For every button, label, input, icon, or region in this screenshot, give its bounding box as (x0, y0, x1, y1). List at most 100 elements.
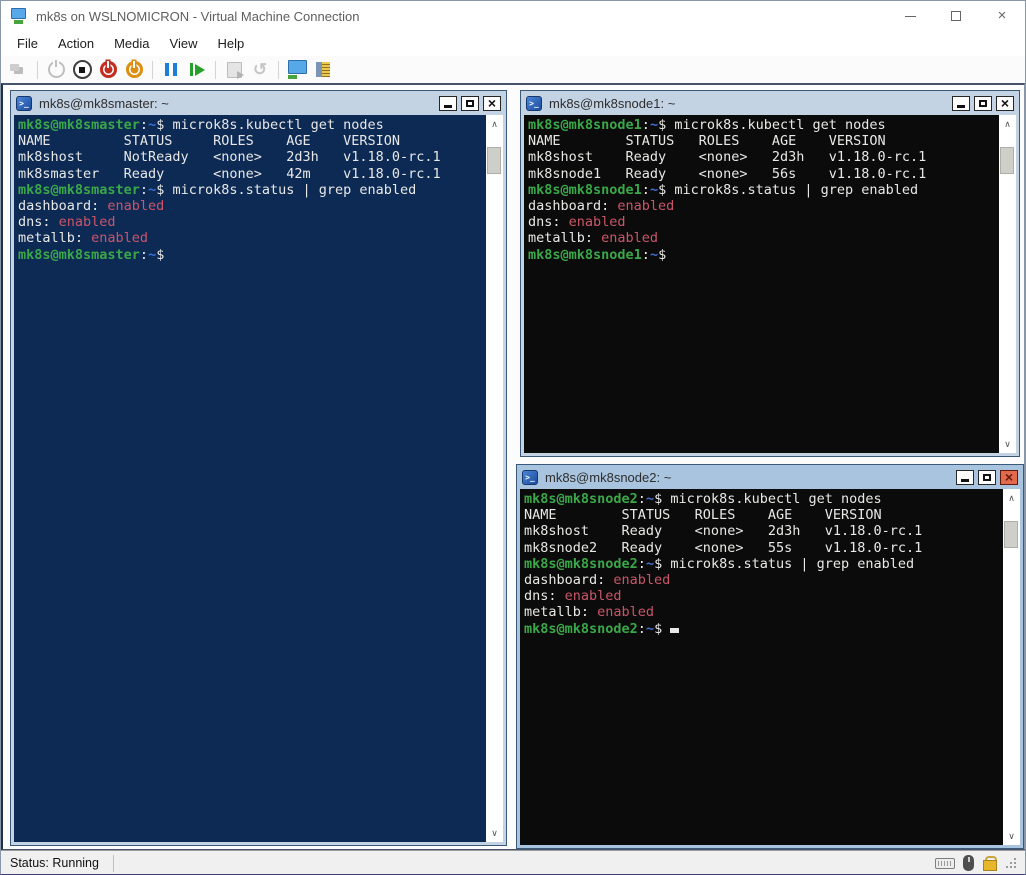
scrollbar-thumb[interactable] (1000, 147, 1014, 174)
terminal-cursor (670, 628, 679, 633)
terminal-minimize-button[interactable] (952, 96, 970, 111)
terminal-line: mk8shost Ready <none> 2d3h v1.18.0-rc.1 (528, 149, 999, 165)
app-titlebar: mk8s on WSLNOMICRON - Virtual Machine Co… (1, 1, 1025, 31)
enhanced-session-icon[interactable] (284, 58, 310, 82)
terminal-content[interactable]: mk8s@mk8smaster:~$ microk8s.kubectl get … (14, 115, 486, 842)
checkpoint-icon (221, 58, 247, 82)
terminal-window-buttons (439, 96, 501, 111)
terminal-minimize-button[interactable] (439, 96, 457, 111)
reset-icon[interactable] (184, 58, 210, 82)
terminal-line: dns: enabled (18, 214, 486, 230)
statusbar-divider (113, 855, 114, 872)
mouse-icon (963, 855, 974, 871)
terminal-scrollbar[interactable]: ∧ ∨ (999, 115, 1016, 453)
terminal-line: NAME STATUS ROLES AGE VERSION (528, 133, 999, 149)
toolbar-separator (152, 61, 153, 79)
terminal-close-button[interactable] (483, 96, 501, 111)
terminal-line: mk8smaster Ready <none> 42m v1.18.0-rc.1 (18, 166, 486, 182)
terminal-window-mk8snode2: mk8s@mk8snode2: ~ mk8s@mk8snode2:~$ micr… (516, 464, 1024, 849)
terminal-body: mk8s@mk8smaster:~$ microk8s.kubectl get … (14, 115, 503, 842)
terminal-line: mk8s@mk8snode1:~$ (528, 247, 999, 263)
menu-help[interactable]: Help (207, 32, 254, 55)
terminal-content[interactable]: mk8s@mk8snode1:~$ microk8s.kubectl get n… (524, 115, 999, 453)
terminal-window-buttons (956, 470, 1018, 485)
terminal-title: mk8s@mk8snode2: ~ (545, 470, 671, 485)
terminal-close-button[interactable] (1000, 470, 1018, 485)
terminal-line: NAME STATUS ROLES AGE VERSION (18, 133, 486, 149)
terminal-maximize-button[interactable] (978, 470, 996, 485)
terminal-line: mk8s@mk8snode1:~$ microk8s.kubectl get n… (528, 117, 999, 133)
scroll-down-arrow-icon[interactable]: ∨ (1003, 828, 1020, 844)
lock-icon (982, 856, 996, 871)
terminal-close-button[interactable] (996, 96, 1014, 111)
resize-grip[interactable] (1006, 857, 1019, 870)
window-controls: × (887, 1, 1025, 31)
terminal-line: dns: enabled (524, 588, 1003, 604)
terminal-line: mk8shost Ready <none> 2d3h v1.18.0-rc.1 (524, 523, 1003, 539)
terminal-maximize-button[interactable] (461, 96, 479, 111)
save-icon[interactable] (121, 58, 147, 82)
terminal-titlebar[interactable]: mk8s@mk8snode2: ~ (520, 465, 1020, 489)
terminal-line: dashboard: enabled (528, 198, 999, 214)
maximize-button[interactable] (933, 1, 979, 31)
terminal-scrollbar[interactable]: ∧ ∨ (1003, 489, 1020, 845)
vm-display-area: mk8s@mk8smaster: ~ mk8s@mk8smaster:~$ mi… (1, 83, 1025, 850)
terminal-line: mk8s@mk8snode2:~$ microk8s.kubectl get n… (524, 491, 1003, 507)
terminal-line: NAME STATUS ROLES AGE VERSION (524, 507, 1003, 523)
terminal-line: metallb: enabled (528, 230, 999, 246)
start-icon (43, 58, 69, 82)
terminal-window-mk8smaster: mk8s@mk8smaster: ~ mk8s@mk8smaster:~$ mi… (10, 90, 507, 846)
scroll-down-arrow-icon[interactable]: ∨ (486, 825, 503, 841)
scroll-up-arrow-icon[interactable]: ∧ (1003, 490, 1020, 506)
terminal-body: mk8s@mk8snode2:~$ microk8s.kubectl get n… (520, 489, 1020, 845)
terminal-line: mk8s@mk8snode2:~$ microk8s.status | grep… (524, 556, 1003, 572)
vm-connection-window: mk8s on WSLNOMICRON - Virtual Machine Co… (0, 0, 1026, 875)
menu-action[interactable]: Action (48, 32, 104, 55)
terminal-window-mk8snode1: mk8s@mk8snode1: ~ mk8s@mk8snode1:~$ micr… (520, 90, 1020, 457)
share-icon[interactable] (310, 58, 336, 82)
terminal-scrollbar[interactable]: ∧ ∨ (486, 115, 503, 842)
terminal-line: mk8snode2 Ready <none> 55s v1.18.0-rc.1 (524, 540, 1003, 556)
statusbar: Status: Running (1, 850, 1025, 875)
terminal-titlebar[interactable]: mk8s@mk8snode1: ~ (524, 91, 1016, 115)
menu-file[interactable]: File (7, 32, 48, 55)
turn-off-icon[interactable] (69, 58, 95, 82)
revert-checkpoint-icon (247, 58, 273, 82)
toolbar-separator (37, 61, 38, 79)
scrollbar-thumb[interactable] (1004, 521, 1018, 548)
terminal-line: dashboard: enabled (18, 198, 486, 214)
terminal-minimize-button[interactable] (956, 470, 974, 485)
terminal-line: metallb: enabled (18, 230, 486, 246)
terminal-body: mk8s@mk8snode1:~$ microk8s.kubectl get n… (524, 115, 1016, 453)
terminal-line: dns: enabled (528, 214, 999, 230)
terminal-line: mk8s@mk8smaster:~$ microk8s.kubectl get … (18, 117, 486, 133)
toolbar-separator (278, 61, 279, 79)
terminal-titlebar[interactable]: mk8s@mk8smaster: ~ (14, 91, 503, 115)
terminal-line: mk8s@mk8snode1:~$ microk8s.status | grep… (528, 182, 999, 198)
terminal-line: metallb: enabled (524, 604, 1003, 620)
minimize-button[interactable] (887, 1, 933, 31)
ctrl-alt-del-icon (6, 58, 32, 82)
scroll-down-arrow-icon[interactable]: ∨ (999, 436, 1016, 452)
terminal-content[interactable]: mk8s@mk8snode2:~$ microk8s.kubectl get n… (520, 489, 1003, 845)
app-title: mk8s on WSLNOMICRON - Virtual Machine Co… (36, 9, 359, 24)
scroll-up-arrow-icon[interactable]: ∧ (486, 116, 503, 132)
keyboard-icon (935, 858, 955, 869)
menu-media[interactable]: Media (104, 32, 159, 55)
shut-down-icon[interactable] (95, 58, 121, 82)
terminal-line: mk8snode1 Ready <none> 56s v1.18.0-rc.1 (528, 166, 999, 182)
terminal-line: mk8s@mk8smaster:~$ (18, 247, 486, 263)
menubar: FileActionMediaViewHelp (1, 31, 1025, 56)
close-button[interactable]: × (979, 1, 1025, 31)
terminal-line: mk8shost NotReady <none> 2d3h v1.18.0-rc… (18, 149, 486, 165)
terminal-maximize-button[interactable] (974, 96, 992, 111)
terminal-icon (522, 470, 538, 485)
terminal-line: mk8s@mk8snode2:~$ (524, 621, 1003, 637)
terminal-title: mk8s@mk8smaster: ~ (39, 96, 169, 111)
terminal-window-buttons (952, 96, 1014, 111)
terminal-icon (526, 96, 542, 111)
scroll-up-arrow-icon[interactable]: ∧ (999, 116, 1016, 132)
scrollbar-thumb[interactable] (487, 147, 501, 174)
pause-icon[interactable] (158, 58, 184, 82)
menu-view[interactable]: View (160, 32, 208, 55)
